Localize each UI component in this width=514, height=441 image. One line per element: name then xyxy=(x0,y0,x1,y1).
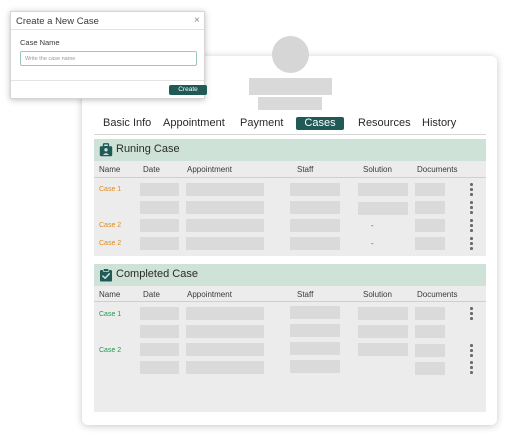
col-appointment: Appointment xyxy=(187,165,232,174)
row-menu-icon[interactable] xyxy=(469,344,473,357)
running-case-header: Runing Case xyxy=(94,139,486,161)
create-button[interactable]: Create xyxy=(169,85,207,95)
solution-placeholder xyxy=(358,183,408,196)
documents-placeholder xyxy=(415,307,445,320)
case-name-label: Case Name xyxy=(20,38,60,47)
row-menu-icon[interactable] xyxy=(469,361,473,374)
col-staff: Staff xyxy=(297,290,314,299)
solution-value: - xyxy=(371,239,374,248)
case-name[interactable]: Case 2 xyxy=(99,346,121,355)
solution-placeholder xyxy=(358,307,408,320)
date-placeholder xyxy=(140,361,179,374)
staff-placeholder xyxy=(290,324,340,337)
staff-placeholder xyxy=(290,306,340,319)
briefcase-user-icon xyxy=(99,143,113,157)
avatar xyxy=(272,36,309,73)
row-menu-icon[interactable] xyxy=(469,307,473,320)
date-placeholder xyxy=(140,325,179,338)
documents-placeholder xyxy=(415,237,445,250)
documents-placeholder xyxy=(415,201,445,214)
documents-placeholder xyxy=(415,183,445,196)
header-divider xyxy=(94,177,486,178)
appointment-placeholder xyxy=(186,325,264,338)
col-name: Name xyxy=(99,290,121,299)
solution-placeholder xyxy=(358,343,408,356)
header-divider xyxy=(94,301,486,302)
tab-payment[interactable]: Payment xyxy=(240,117,283,130)
appointment-placeholder xyxy=(186,361,264,374)
modal-header: Create a New Case × xyxy=(11,12,204,30)
profile-tabs: Basic Info Appointment Payment Cases Res… xyxy=(94,117,486,135)
completed-case-header: Completed Case xyxy=(94,264,486,286)
documents-placeholder xyxy=(415,219,445,232)
running-case-section: Runing Case Name Date Appointment Staff … xyxy=(94,139,486,256)
completed-case-section: Completed Case Name Date Appointment Sta… xyxy=(94,264,486,412)
case-name[interactable]: Case 2 xyxy=(99,221,121,230)
date-placeholder xyxy=(140,237,179,250)
row-menu-icon[interactable] xyxy=(469,237,473,250)
modal-title: Create a New Case xyxy=(16,16,99,27)
appointment-placeholder xyxy=(186,219,264,232)
appointment-placeholder xyxy=(186,307,264,320)
staff-placeholder xyxy=(290,360,340,373)
date-placeholder xyxy=(140,201,179,214)
col-name: Name xyxy=(99,165,121,174)
staff-placeholder xyxy=(290,183,340,196)
clipboard-check-icon xyxy=(100,268,112,282)
case-name[interactable]: Case 1 xyxy=(99,310,121,319)
case-name[interactable]: Case 1 xyxy=(99,185,121,194)
completed-case-title: Completed Case xyxy=(116,268,198,280)
tab-appointment[interactable]: Appointment xyxy=(163,117,225,130)
row-menu-icon[interactable] xyxy=(469,183,473,196)
col-documents: Documents xyxy=(417,290,458,299)
appointment-placeholder xyxy=(186,237,264,250)
col-date: Date xyxy=(143,165,160,174)
tab-history[interactable]: History xyxy=(422,117,456,130)
date-placeholder xyxy=(140,307,179,320)
col-documents: Documents xyxy=(417,165,458,174)
date-placeholder xyxy=(140,219,179,232)
staff-placeholder xyxy=(290,219,340,232)
date-placeholder xyxy=(140,343,179,356)
solution-placeholder xyxy=(358,325,408,338)
client-name-placeholder xyxy=(249,78,332,95)
staff-placeholder xyxy=(290,237,340,250)
documents-placeholder xyxy=(415,344,445,357)
appointment-placeholder xyxy=(186,201,264,214)
documents-placeholder xyxy=(415,325,445,338)
tab-resources[interactable]: Resources xyxy=(358,117,411,130)
solution-value: - xyxy=(371,221,374,230)
documents-placeholder xyxy=(415,362,445,375)
row-menu-icon[interactable] xyxy=(469,219,473,232)
create-case-modal: Create a New Case × Case Name Create xyxy=(10,11,207,99)
client-subtitle-placeholder xyxy=(258,97,322,110)
tab-basic-info[interactable]: Basic Info xyxy=(103,117,151,130)
col-date: Date xyxy=(143,290,160,299)
col-appointment: Appointment xyxy=(187,290,232,299)
row-menu-icon[interactable] xyxy=(469,201,473,214)
col-solution: Solution xyxy=(363,290,392,299)
case-name[interactable]: Case 2 xyxy=(99,239,121,248)
solution-placeholder xyxy=(358,202,408,215)
case-name-input[interactable] xyxy=(20,51,197,66)
staff-placeholder xyxy=(290,342,340,355)
close-icon[interactable]: × xyxy=(194,15,200,26)
staff-placeholder xyxy=(290,201,340,214)
appointment-placeholder xyxy=(186,343,264,356)
appointment-placeholder xyxy=(186,183,264,196)
col-solution: Solution xyxy=(363,165,392,174)
col-staff: Staff xyxy=(297,165,314,174)
tab-cases[interactable]: Cases xyxy=(296,117,344,130)
modal-footer-divider xyxy=(11,80,204,81)
running-case-title: Runing Case xyxy=(116,143,180,155)
date-placeholder xyxy=(140,183,179,196)
